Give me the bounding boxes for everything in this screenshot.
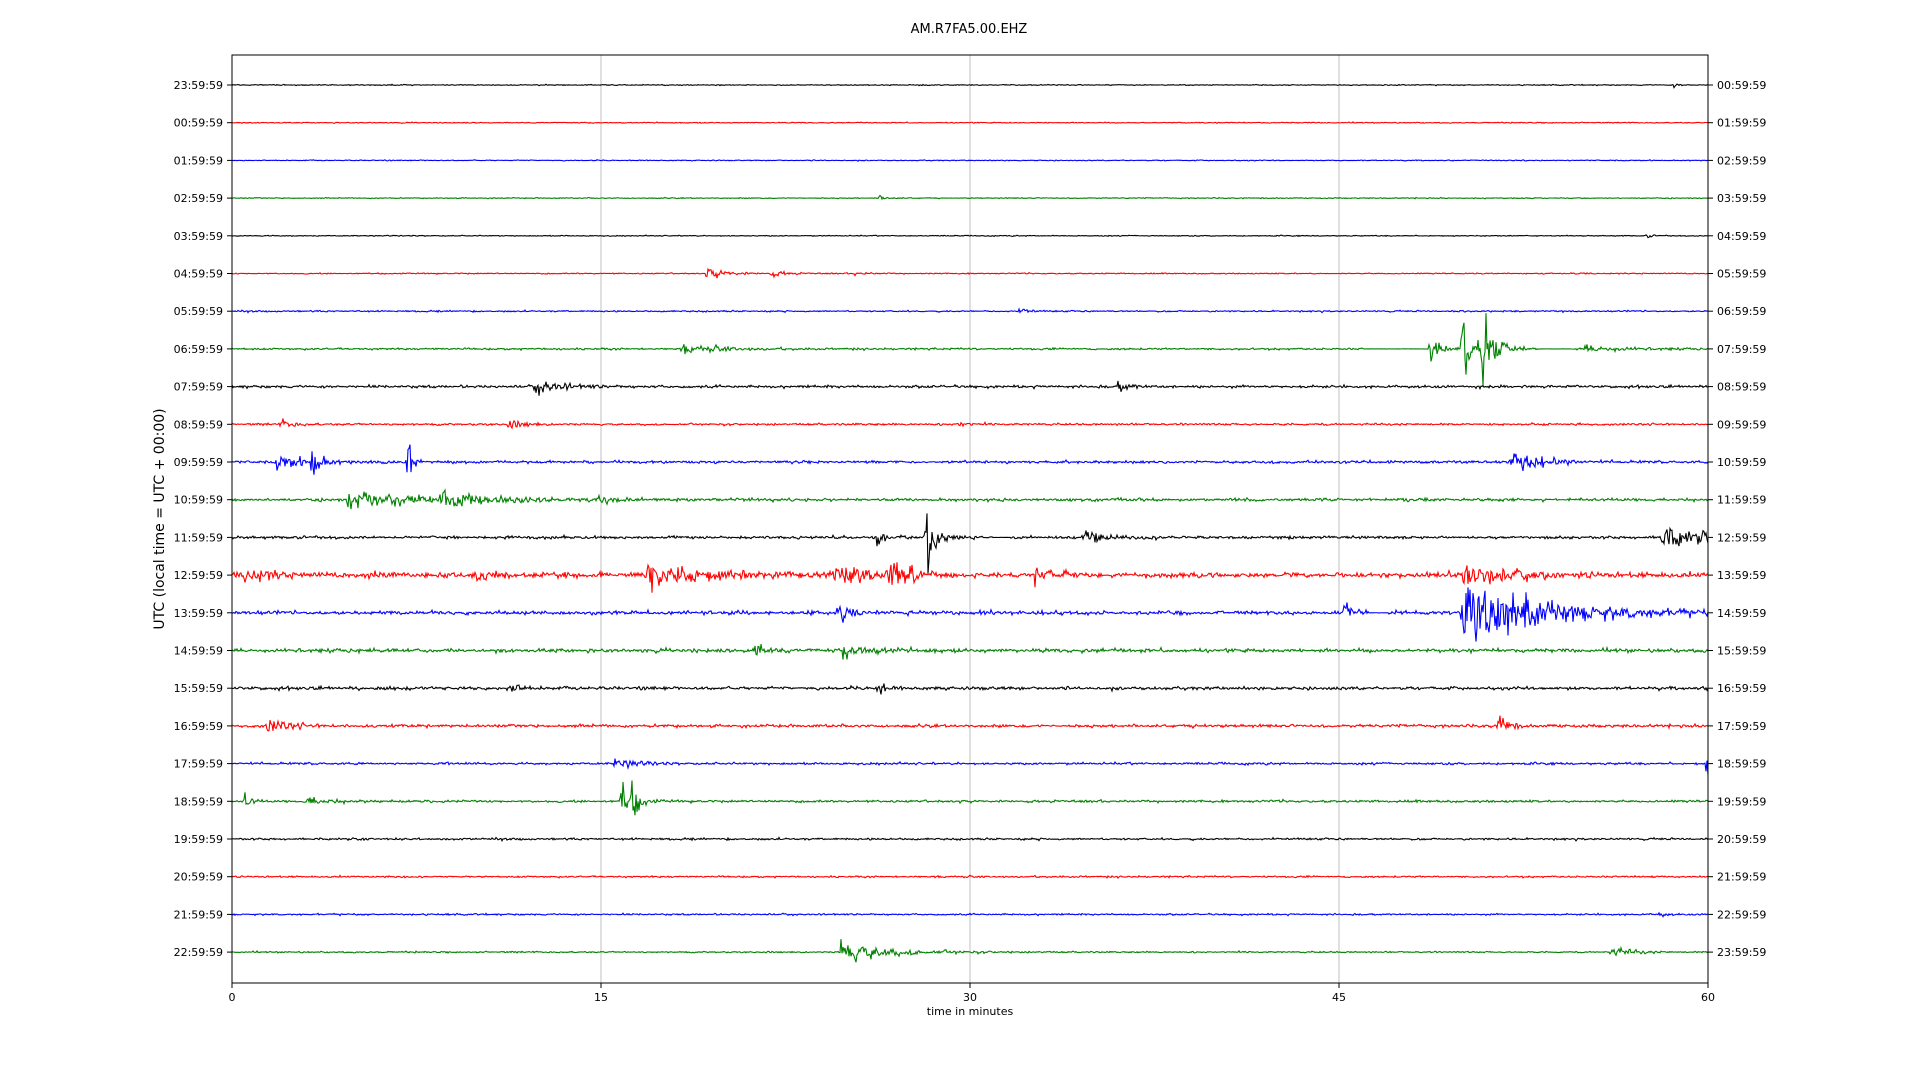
right-time-label: 21:59:59 <box>1717 871 1766 884</box>
right-time-label: 04:59:59 <box>1717 230 1766 243</box>
right-time-label: 06:59:59 <box>1717 305 1766 318</box>
left-time-label: 18:59:59 <box>174 795 223 808</box>
x-tick-label: 0 <box>229 991 236 1004</box>
left-time-label: 11:59:59 <box>174 531 223 544</box>
left-time-label: 02:59:59 <box>174 192 223 205</box>
left-time-label: 09:59:59 <box>174 456 223 469</box>
seismogram-chart: AM.R7FA5.00.EHZ 23:59:59 00:59:59 01:59:59… <box>152 22 1766 1018</box>
left-time-label: 13:59:59 <box>174 607 223 620</box>
chart-title: AM.R7FA5.00.EHZ <box>911 22 1028 37</box>
right-time-label: 01:59:59 <box>1717 117 1766 130</box>
right-time-label: 17:59:59 <box>1717 720 1766 733</box>
x-axis-label: time in minutes <box>927 1005 1014 1018</box>
right-time-label: 12:59:59 <box>1717 531 1766 544</box>
left-time-label: 20:59:59 <box>174 871 223 884</box>
y-axis-label: UTC (local time = UTC + 00:00) <box>152 408 168 629</box>
right-time-label: 00:59:59 <box>1717 79 1766 92</box>
left-time-label: 21:59:59 <box>174 908 223 921</box>
right-time-label: 14:59:59 <box>1717 607 1766 620</box>
x-tick-label: 45 <box>1332 991 1346 1004</box>
left-time-label: 08:59:59 <box>174 418 223 431</box>
right-time-label: 11:59:59 <box>1717 494 1766 507</box>
right-time-label: 23:59:59 <box>1717 946 1766 959</box>
grid-lines <box>600 55 1340 983</box>
left-time-label: 03:59:59 <box>174 230 223 243</box>
left-time-label: 06:59:59 <box>174 343 223 356</box>
left-time-label: 00:59:59 <box>174 117 223 130</box>
right-time-label: 03:59:59 <box>1717 192 1766 205</box>
right-time-label: 07:59:59 <box>1717 343 1766 356</box>
right-time-label: 22:59:59 <box>1717 908 1766 921</box>
left-time-label: 01:59:59 <box>174 154 223 167</box>
right-time-label: 15:59:59 <box>1717 645 1766 658</box>
right-time-label: 13:59:59 <box>1717 569 1766 582</box>
right-time-label: 05:59:59 <box>1717 268 1766 281</box>
right-time-label: 19:59:59 <box>1717 795 1766 808</box>
left-time-label: 17:59:59 <box>174 758 223 771</box>
left-time-label: 05:59:59 <box>174 305 223 318</box>
x-tick-label: 15 <box>594 991 608 1004</box>
left-time-label: 14:59:59 <box>174 645 223 658</box>
left-time-label: 16:59:59 <box>174 720 223 733</box>
left-time-label: 22:59:59 <box>174 946 223 959</box>
left-time-label: 10:59:59 <box>174 494 223 507</box>
left-time-label: 23:59:59 <box>174 79 223 92</box>
left-time-label: 04:59:59 <box>174 268 223 281</box>
right-time-label: 16:59:59 <box>1717 682 1766 695</box>
x-tick-labels: 0 15 30 45 60 <box>229 983 1715 1004</box>
right-time-label: 08:59:59 <box>1717 381 1766 394</box>
left-time-label: 12:59:59 <box>174 569 223 582</box>
right-time-label: 18:59:59 <box>1717 758 1766 771</box>
right-time-label: 10:59:59 <box>1717 456 1766 469</box>
left-time-label: 19:59:59 <box>174 833 223 846</box>
x-tick-label: 30 <box>963 991 977 1004</box>
left-time-label: 07:59:59 <box>174 381 223 394</box>
right-time-label: 09:59:59 <box>1717 418 1766 431</box>
right-time-label: 20:59:59 <box>1717 833 1766 846</box>
x-tick-label: 60 <box>1701 991 1715 1004</box>
right-time-label: 02:59:59 <box>1717 154 1766 167</box>
left-time-label: 15:59:59 <box>174 682 223 695</box>
